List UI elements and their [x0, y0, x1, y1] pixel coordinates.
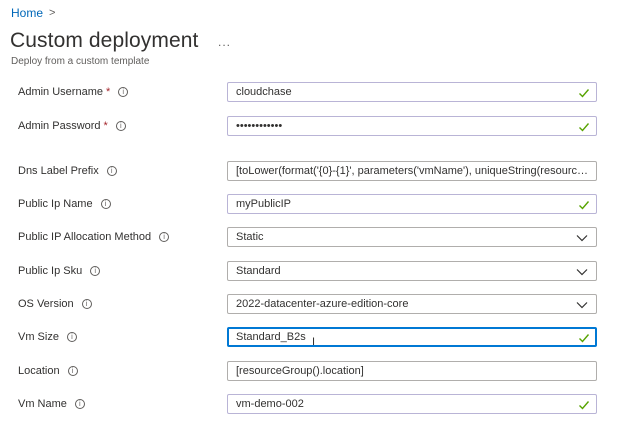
admin-username-label: Admin Username * i — [18, 86, 129, 98]
info-icon[interactable]: i — [81, 299, 92, 309]
os-version-row: OS Version i 2022-datacenter-azure-editi… — [0, 294, 624, 316]
os-version-select[interactable]: 2022-datacenter-azure-edition-core — [227, 294, 597, 314]
page-subtitle: Deploy from a custom template — [11, 56, 150, 67]
vm-name-label: Vm Name i — [18, 398, 85, 410]
admin-password-label-text: Admin Password — [18, 120, 101, 132]
public-ip-sku-label: Public Ip Sku i — [18, 265, 101, 277]
public-ip-name-value: myPublicIP — [236, 198, 292, 210]
breadcrumb-separator: > — [49, 7, 56, 19]
vm-name-label-text: Vm Name — [18, 398, 67, 410]
vm-name-row: Vm Name i vm-demo-002 — [0, 394, 624, 416]
vm-name-input[interactable]: vm-demo-002 — [227, 394, 597, 414]
info-icon[interactable]: i — [66, 332, 77, 342]
os-version-label: OS Version i — [18, 298, 92, 310]
text-cursor-icon: I — [312, 336, 316, 348]
public-ip-sku-label-text: Public Ip Sku — [18, 265, 83, 277]
checkmark-icon — [579, 334, 590, 343]
admin-password-input[interactable]: •••••••••••• — [227, 116, 597, 136]
vm-size-label-text: Vm Size — [18, 331, 59, 343]
admin-username-row: Admin Username * i cloudchase — [0, 82, 624, 104]
checkmark-icon — [579, 401, 590, 410]
location-row: Location i [resourceGroup().location] — [0, 361, 624, 383]
admin-username-value: cloudchase — [236, 86, 292, 98]
required-marker: * — [105, 86, 111, 98]
vm-size-value: Standard_B2s — [236, 331, 306, 343]
public-ip-allocation-method-select[interactable]: Static — [227, 227, 597, 247]
vm-name-value: vm-demo-002 — [236, 398, 304, 410]
location-value: [resourceGroup().location] — [236, 365, 364, 377]
page-title: Custom deployment — [10, 29, 199, 52]
info-icon[interactable]: i — [67, 366, 78, 376]
checkmark-icon — [579, 89, 590, 98]
checkmark-icon — [579, 123, 590, 132]
public-ip-sku-select[interactable]: Standard — [227, 261, 597, 281]
required-marker: * — [103, 120, 108, 132]
os-version-label-text: OS Version — [18, 298, 74, 310]
dns-label-prefix-row: Dns Label Prefix i [toLower(format('{0}-… — [0, 161, 624, 183]
info-icon[interactable]: i — [106, 166, 117, 176]
checkmark-icon — [579, 201, 590, 210]
public-ip-name-row: Public Ip Name i myPublicIP — [0, 194, 624, 216]
public-ip-allocation-method-label: Public IP Allocation Method i — [18, 231, 170, 243]
dns-label-prefix-value: [toLower(format('{0}-{1}', parameters('v… — [236, 165, 588, 177]
public-ip-name-label-text: Public Ip Name — [18, 198, 93, 210]
dns-label-prefix-label-text: Dns Label Prefix — [18, 165, 99, 177]
location-input[interactable]: [resourceGroup().location] — [227, 361, 597, 381]
public-ip-sku-value: Standard — [236, 265, 281, 277]
info-icon[interactable]: i — [74, 399, 85, 409]
admin-username-input[interactable]: cloudchase — [227, 82, 597, 102]
dns-label-prefix-label: Dns Label Prefix i — [18, 165, 117, 177]
vm-size-label: Vm Size i — [18, 331, 77, 343]
dns-label-prefix-input[interactable]: [toLower(format('{0}-{1}', parameters('v… — [227, 161, 597, 181]
breadcrumb-home-link[interactable]: Home — [11, 6, 43, 20]
info-icon[interactable]: i — [118, 87, 129, 97]
public-ip-allocation-method-row: Public IP Allocation Method i Static — [0, 227, 624, 249]
chevron-down-icon[interactable] — [576, 301, 588, 309]
info-icon[interactable]: i — [115, 121, 126, 131]
vm-size-input[interactable]: Standard_B2s — [227, 327, 597, 347]
public-ip-name-label: Public Ip Name i — [18, 198, 111, 210]
public-ip-sku-row: Public Ip Sku i Standard — [0, 261, 624, 283]
chevron-down-icon[interactable] — [576, 234, 588, 242]
breadcrumb: Home > — [11, 6, 55, 20]
public-ip-name-input[interactable]: myPublicIP — [227, 194, 597, 214]
admin-password-value: •••••••••••• — [236, 120, 283, 132]
admin-password-row: Admin Password * i •••••••••••• — [0, 116, 624, 138]
info-icon[interactable]: i — [90, 266, 101, 276]
info-icon[interactable]: i — [100, 199, 111, 209]
location-label-text: Location — [18, 365, 60, 377]
info-icon[interactable]: i — [159, 232, 170, 242]
public-ip-allocation-method-label-text: Public IP Allocation Method — [18, 231, 152, 243]
admin-username-label-text: Admin Username — [18, 86, 103, 98]
chevron-down-icon[interactable] — [576, 268, 588, 276]
location-label: Location i — [18, 365, 78, 377]
public-ip-allocation-method-value: Static — [236, 231, 264, 243]
more-options-button[interactable]: ... — [218, 35, 231, 49]
admin-password-label: Admin Password * i — [18, 120, 126, 132]
os-version-value: 2022-datacenter-azure-edition-core — [236, 298, 409, 310]
